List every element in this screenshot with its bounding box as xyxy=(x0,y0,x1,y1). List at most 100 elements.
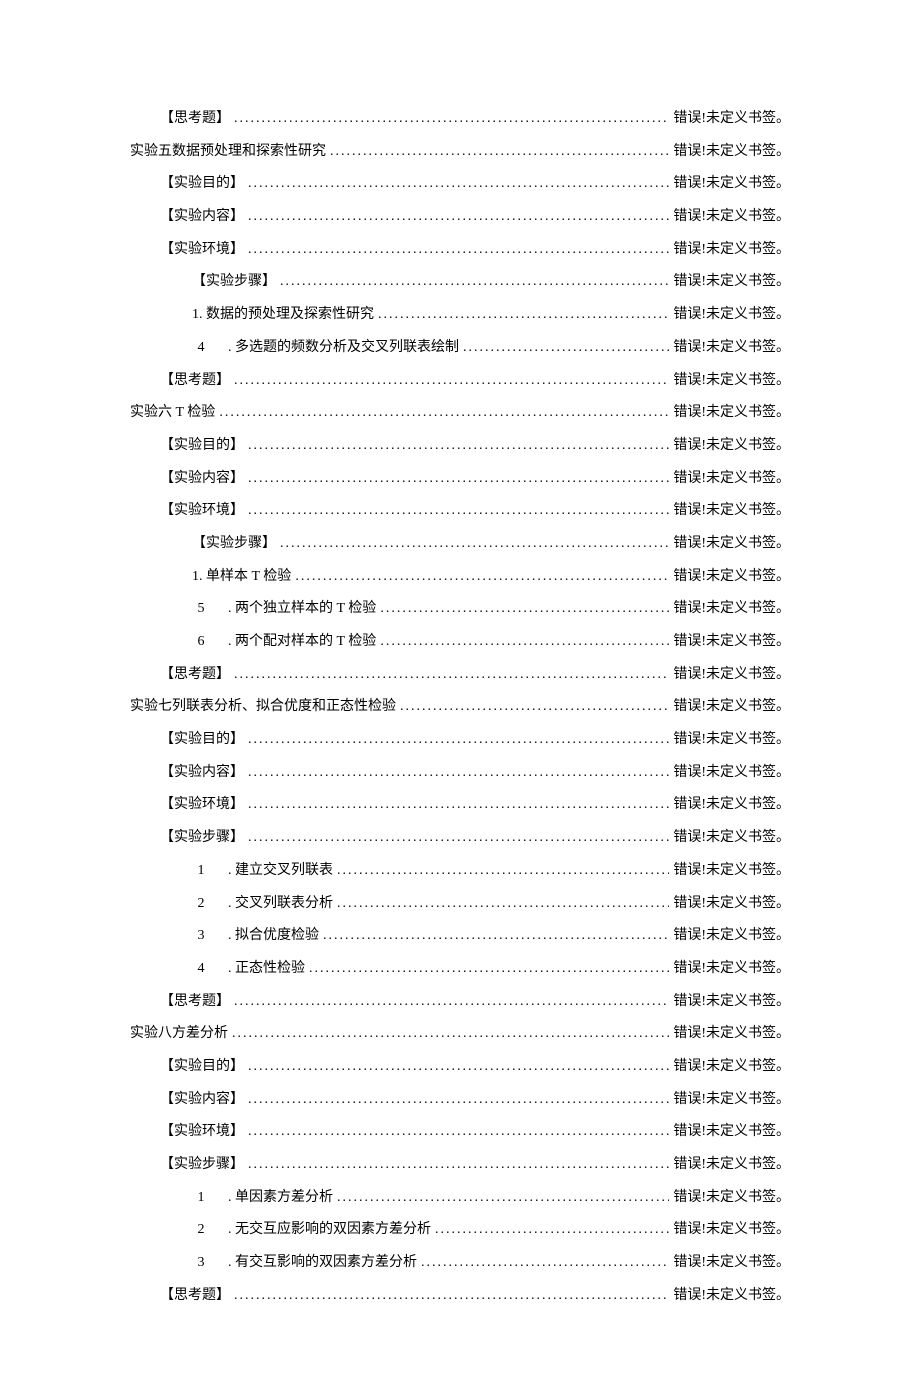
toc-entry-page-ref: 错误!未定义书签。 xyxy=(673,470,790,488)
toc-leader-dots xyxy=(219,404,669,422)
toc-entry-title: 【实验步骤】 xyxy=(192,535,276,553)
toc-entry-title: 【实验内容】 xyxy=(160,1091,244,1109)
toc-entry-number: 6 xyxy=(192,633,210,651)
toc-page: 【思考题】错误!未定义书签。实验五数据预处理和探索性研究错误!未定义书签。【实验… xyxy=(0,0,920,1379)
toc-entry-number: 3 xyxy=(192,927,210,945)
toc-leader-dots xyxy=(248,1123,669,1141)
toc-leader-dots xyxy=(380,633,669,651)
toc-entry-page-ref: 错误!未定义书签。 xyxy=(673,1221,790,1239)
toc-entry[interactable]: 4. 多选题的频数分析及交叉列联表绘制错误!未定义书签。 xyxy=(130,339,790,357)
toc-leader-dots xyxy=(248,241,669,259)
toc-entry[interactable]: 5 . 两个独立样本的 T 检验 错误!未定义书签。 xyxy=(130,600,790,618)
toc-entry[interactable]: 【实验内容】错误!未定义书签。 xyxy=(130,1091,790,1109)
toc-leader-dots xyxy=(248,1156,669,1174)
toc-entry-title: . 拟合优度检验 xyxy=(228,927,319,945)
toc-entry[interactable]: 【实验目的】错误!未定义书签。 xyxy=(130,437,790,455)
toc-leader-dots xyxy=(248,1058,669,1076)
toc-entry-page-ref: 错误!未定义书签。 xyxy=(673,600,790,618)
toc-entry[interactable]: 3. 有交互影响的双因素方差分析错误!未定义书签。 xyxy=(130,1254,790,1272)
toc-leader-dots xyxy=(435,1221,669,1239)
toc-leader-dots xyxy=(295,568,669,586)
toc-entry[interactable]: 【思考题】错误!未定义书签。 xyxy=(130,110,790,128)
toc-entry[interactable]: 1. 建立交叉列联表错误!未定义书签。 xyxy=(130,862,790,880)
toc-entry[interactable]: 2. 交叉列联表分析错误!未定义书签。 xyxy=(130,895,790,913)
toc-entry[interactable]: 实验八方差分析错误!未定义书签。 xyxy=(130,1025,790,1043)
toc-leader-dots xyxy=(248,502,669,520)
toc-entry[interactable]: 【思考题】错误!未定义书签。 xyxy=(130,372,790,390)
toc-leader-dots xyxy=(248,731,669,749)
toc-entry[interactable]: 【思考题】错误!未定义书签。 xyxy=(130,666,790,684)
toc-leader-dots xyxy=(248,1091,669,1109)
toc-entry-page-ref: 错误!未定义书签。 xyxy=(673,535,790,553)
toc-entry-title: 【思考题】 xyxy=(160,993,230,1011)
toc-leader-dots xyxy=(248,175,669,193)
toc-entry[interactable]: 【实验目的】错误!未定义书签。 xyxy=(130,731,790,749)
toc-entry-title: . 建立交叉列联表 xyxy=(228,862,333,880)
toc-leader-dots xyxy=(232,1025,669,1043)
toc-entry[interactable]: 【实验内容】错误!未定义书签。 xyxy=(130,470,790,488)
toc-entry-title: . 多选题的频数分析及交叉列联表绘制 xyxy=(228,339,459,357)
toc-entry-number: 5 xyxy=(192,600,210,618)
toc-entry-title: 【思考题】 xyxy=(160,666,230,684)
toc-entry[interactable]: 1. 数据的预处理及探索性研究错误!未定义书签。 xyxy=(130,306,790,324)
toc-entry-page-ref: 错误!未定义书签。 xyxy=(673,404,790,422)
toc-entry[interactable]: 实验七列联表分析、拟合优度和正态性检验错误!未定义书签。 xyxy=(130,698,790,716)
toc-leader-dots xyxy=(330,143,669,161)
toc-entry[interactable]: 【实验步骤】错误!未定义书签。 xyxy=(130,273,790,291)
toc-entry[interactable]: 1. 单因素方差分析错误!未定义书签。 xyxy=(130,1189,790,1207)
toc-leader-dots xyxy=(378,306,669,324)
toc-entry[interactable]: 【实验步骤】 错误!未定义书签。 xyxy=(130,535,790,553)
toc-leader-dots xyxy=(280,273,669,291)
toc-entry-title: 【实验环境】 xyxy=(160,241,244,259)
toc-entry-page-ref: 错误!未定义书签。 xyxy=(673,633,790,651)
toc-entry[interactable]: 【思考题】 错误!未定义书签。 xyxy=(130,993,790,1011)
toc-leader-dots xyxy=(400,698,669,716)
toc-entry-page-ref: 错误!未定义书签。 xyxy=(673,1123,790,1141)
toc-entry-number: 4 xyxy=(192,960,210,978)
toc-entry-page-ref: 错误!未定义书签。 xyxy=(673,1058,790,1076)
toc-entry[interactable]: 实验六 T 检验错误!未定义书签。 xyxy=(130,404,790,422)
toc-entry[interactable]: 实验五数据预处理和探索性研究错误!未定义书签。 xyxy=(130,143,790,161)
toc-leader-dots xyxy=(234,666,669,684)
toc-leader-dots xyxy=(337,1189,669,1207)
toc-entry-title: 【实验内容】 xyxy=(160,208,244,226)
toc-entry[interactable]: 【实验步骤】错误!未定义书签。 xyxy=(130,829,790,847)
toc-leader-dots xyxy=(337,862,669,880)
toc-entry[interactable]: 6. 两个配对样本的 T 检验错误!未定义书签。 xyxy=(130,633,790,651)
toc-entry-page-ref: 错误!未定义书签。 xyxy=(673,796,790,814)
toc-entry-page-ref: 错误!未定义书签。 xyxy=(673,731,790,749)
toc-entry-page-ref: 错误!未定义书签。 xyxy=(673,339,790,357)
toc-entry-number: 3 xyxy=(192,1254,210,1272)
toc-entry-title: 【实验内容】 xyxy=(160,764,244,782)
toc-entry[interactable]: 1. 单样本 T 检验错误!未定义书签。 xyxy=(130,568,790,586)
toc-entry-title: 【思考题】 xyxy=(160,372,230,390)
toc-entry-title: 【实验环境】 xyxy=(160,796,244,814)
toc-entry[interactable]: 【实验环境】错误!未定义书签。 xyxy=(130,241,790,259)
toc-entry-page-ref: 错误!未定义书签。 xyxy=(673,437,790,455)
toc-entry-page-ref: 错误!未定义书签。 xyxy=(673,1287,790,1305)
toc-entry[interactable]: 【实验内容】 错误!未定义书签。 xyxy=(130,208,790,226)
toc-entry[interactable]: 【实验环境】错误!未定义书签。 xyxy=(130,502,790,520)
toc-entry-title: . 有交互影响的双因素方差分析 xyxy=(228,1254,417,1272)
toc-entry-title: 1. 数据的预处理及探索性研究 xyxy=(192,306,374,324)
toc-entry-page-ref: 错误!未定义书签。 xyxy=(673,993,790,1011)
toc-entry[interactable]: 【实验内容】错误!未定义书签。 xyxy=(130,764,790,782)
toc-entry-title: 【思考题】 xyxy=(160,110,230,128)
toc-entry-title: . 两个独立样本的 T 检验 xyxy=(228,600,376,618)
toc-entry[interactable]: 2. 无交互应影响的双因素方差分析错误!未定义书签。 xyxy=(130,1221,790,1239)
toc-entry-title: 【实验步骤】 xyxy=(160,1156,244,1174)
toc-entry[interactable]: 【实验目的】错误!未定义书签。 xyxy=(130,1058,790,1076)
toc-entry-page-ref: 错误!未定义书签。 xyxy=(673,208,790,226)
toc-entry[interactable]: 4. 正态性检验错误!未定义书签。 xyxy=(130,960,790,978)
toc-entry[interactable]: 【实验步骤】错误!未定义书签。 xyxy=(130,1156,790,1174)
toc-entry-page-ref: 错误!未定义书签。 xyxy=(673,143,790,161)
toc-entry[interactable]: 【实验环境】 错误!未定义书签。 xyxy=(130,796,790,814)
toc-leader-dots xyxy=(337,895,669,913)
toc-entry-title: 【实验环境】 xyxy=(160,1123,244,1141)
toc-entry[interactable]: 3. 拟合优度检验错误!未定义书签。 xyxy=(130,927,790,945)
toc-entry[interactable]: 【实验目的】错误!未定义书签。 xyxy=(130,175,790,193)
toc-entry[interactable]: 【实验环境】 错误!未定义书签。 xyxy=(130,1123,790,1141)
toc-entry-title: 【实验环境】 xyxy=(160,502,244,520)
toc-leader-dots xyxy=(280,535,669,553)
toc-entry[interactable]: 【思考题】错误!未定义书签。 xyxy=(130,1287,790,1305)
